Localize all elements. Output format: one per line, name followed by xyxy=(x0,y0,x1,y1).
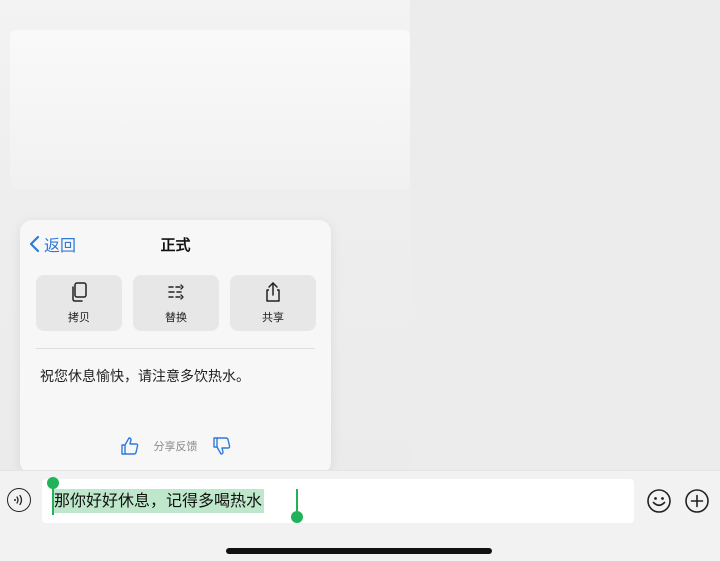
thumbs-up-button[interactable] xyxy=(120,436,140,456)
replace-icon xyxy=(168,284,184,300)
share-icon xyxy=(266,282,280,302)
selection-start-handle[interactable] xyxy=(47,477,59,489)
selection-start-caret xyxy=(52,487,54,515)
replace-button[interactable]: 替换 xyxy=(133,275,219,331)
background-right-area xyxy=(410,0,720,470)
share-button[interactable]: 共享 xyxy=(230,275,316,331)
popup-title: 正式 xyxy=(160,236,191,254)
thumbs-down-button[interactable] xyxy=(212,436,232,456)
share-label: 共享 xyxy=(262,311,284,324)
background-blur-shape xyxy=(10,30,410,190)
feedback-row: 分享反馈 xyxy=(20,436,331,456)
home-indicator[interactable] xyxy=(226,548,492,554)
selection-end-handle[interactable] xyxy=(291,511,303,523)
thumbs-up-icon xyxy=(120,437,138,455)
emoji-icon xyxy=(647,489,671,513)
action-buttons: 拷贝 替换 共享 xyxy=(36,275,316,331)
feedback-label: 分享反馈 xyxy=(153,440,198,453)
copy-label: 拷贝 xyxy=(68,311,90,324)
copy-button[interactable]: 拷贝 xyxy=(36,275,122,331)
popup-divider xyxy=(36,348,315,349)
selected-text[interactable]: 那你好好休息，记得多喝热水 xyxy=(52,489,265,513)
writing-tools-popup: 返回 正式 拷贝 替换 共享 祝您休息愉快，请注意多饮热水。 分享反馈 xyxy=(20,220,331,474)
copy-icon xyxy=(72,282,87,302)
replace-label: 替换 xyxy=(165,311,187,324)
more-button[interactable] xyxy=(684,488,710,514)
plus-icon xyxy=(685,489,709,513)
rewritten-text[interactable]: 祝您休息愉快，请注意多饮热水。 xyxy=(40,366,250,386)
popup-header: 返回 正式 xyxy=(20,220,331,268)
thumbs-down-icon xyxy=(212,437,230,455)
voice-icon xyxy=(14,494,23,506)
emoji-button[interactable] xyxy=(646,488,672,514)
message-text-field[interactable]: 那你好好休息，记得多喝热水 xyxy=(42,477,634,523)
voice-input-button[interactable] xyxy=(7,488,31,512)
